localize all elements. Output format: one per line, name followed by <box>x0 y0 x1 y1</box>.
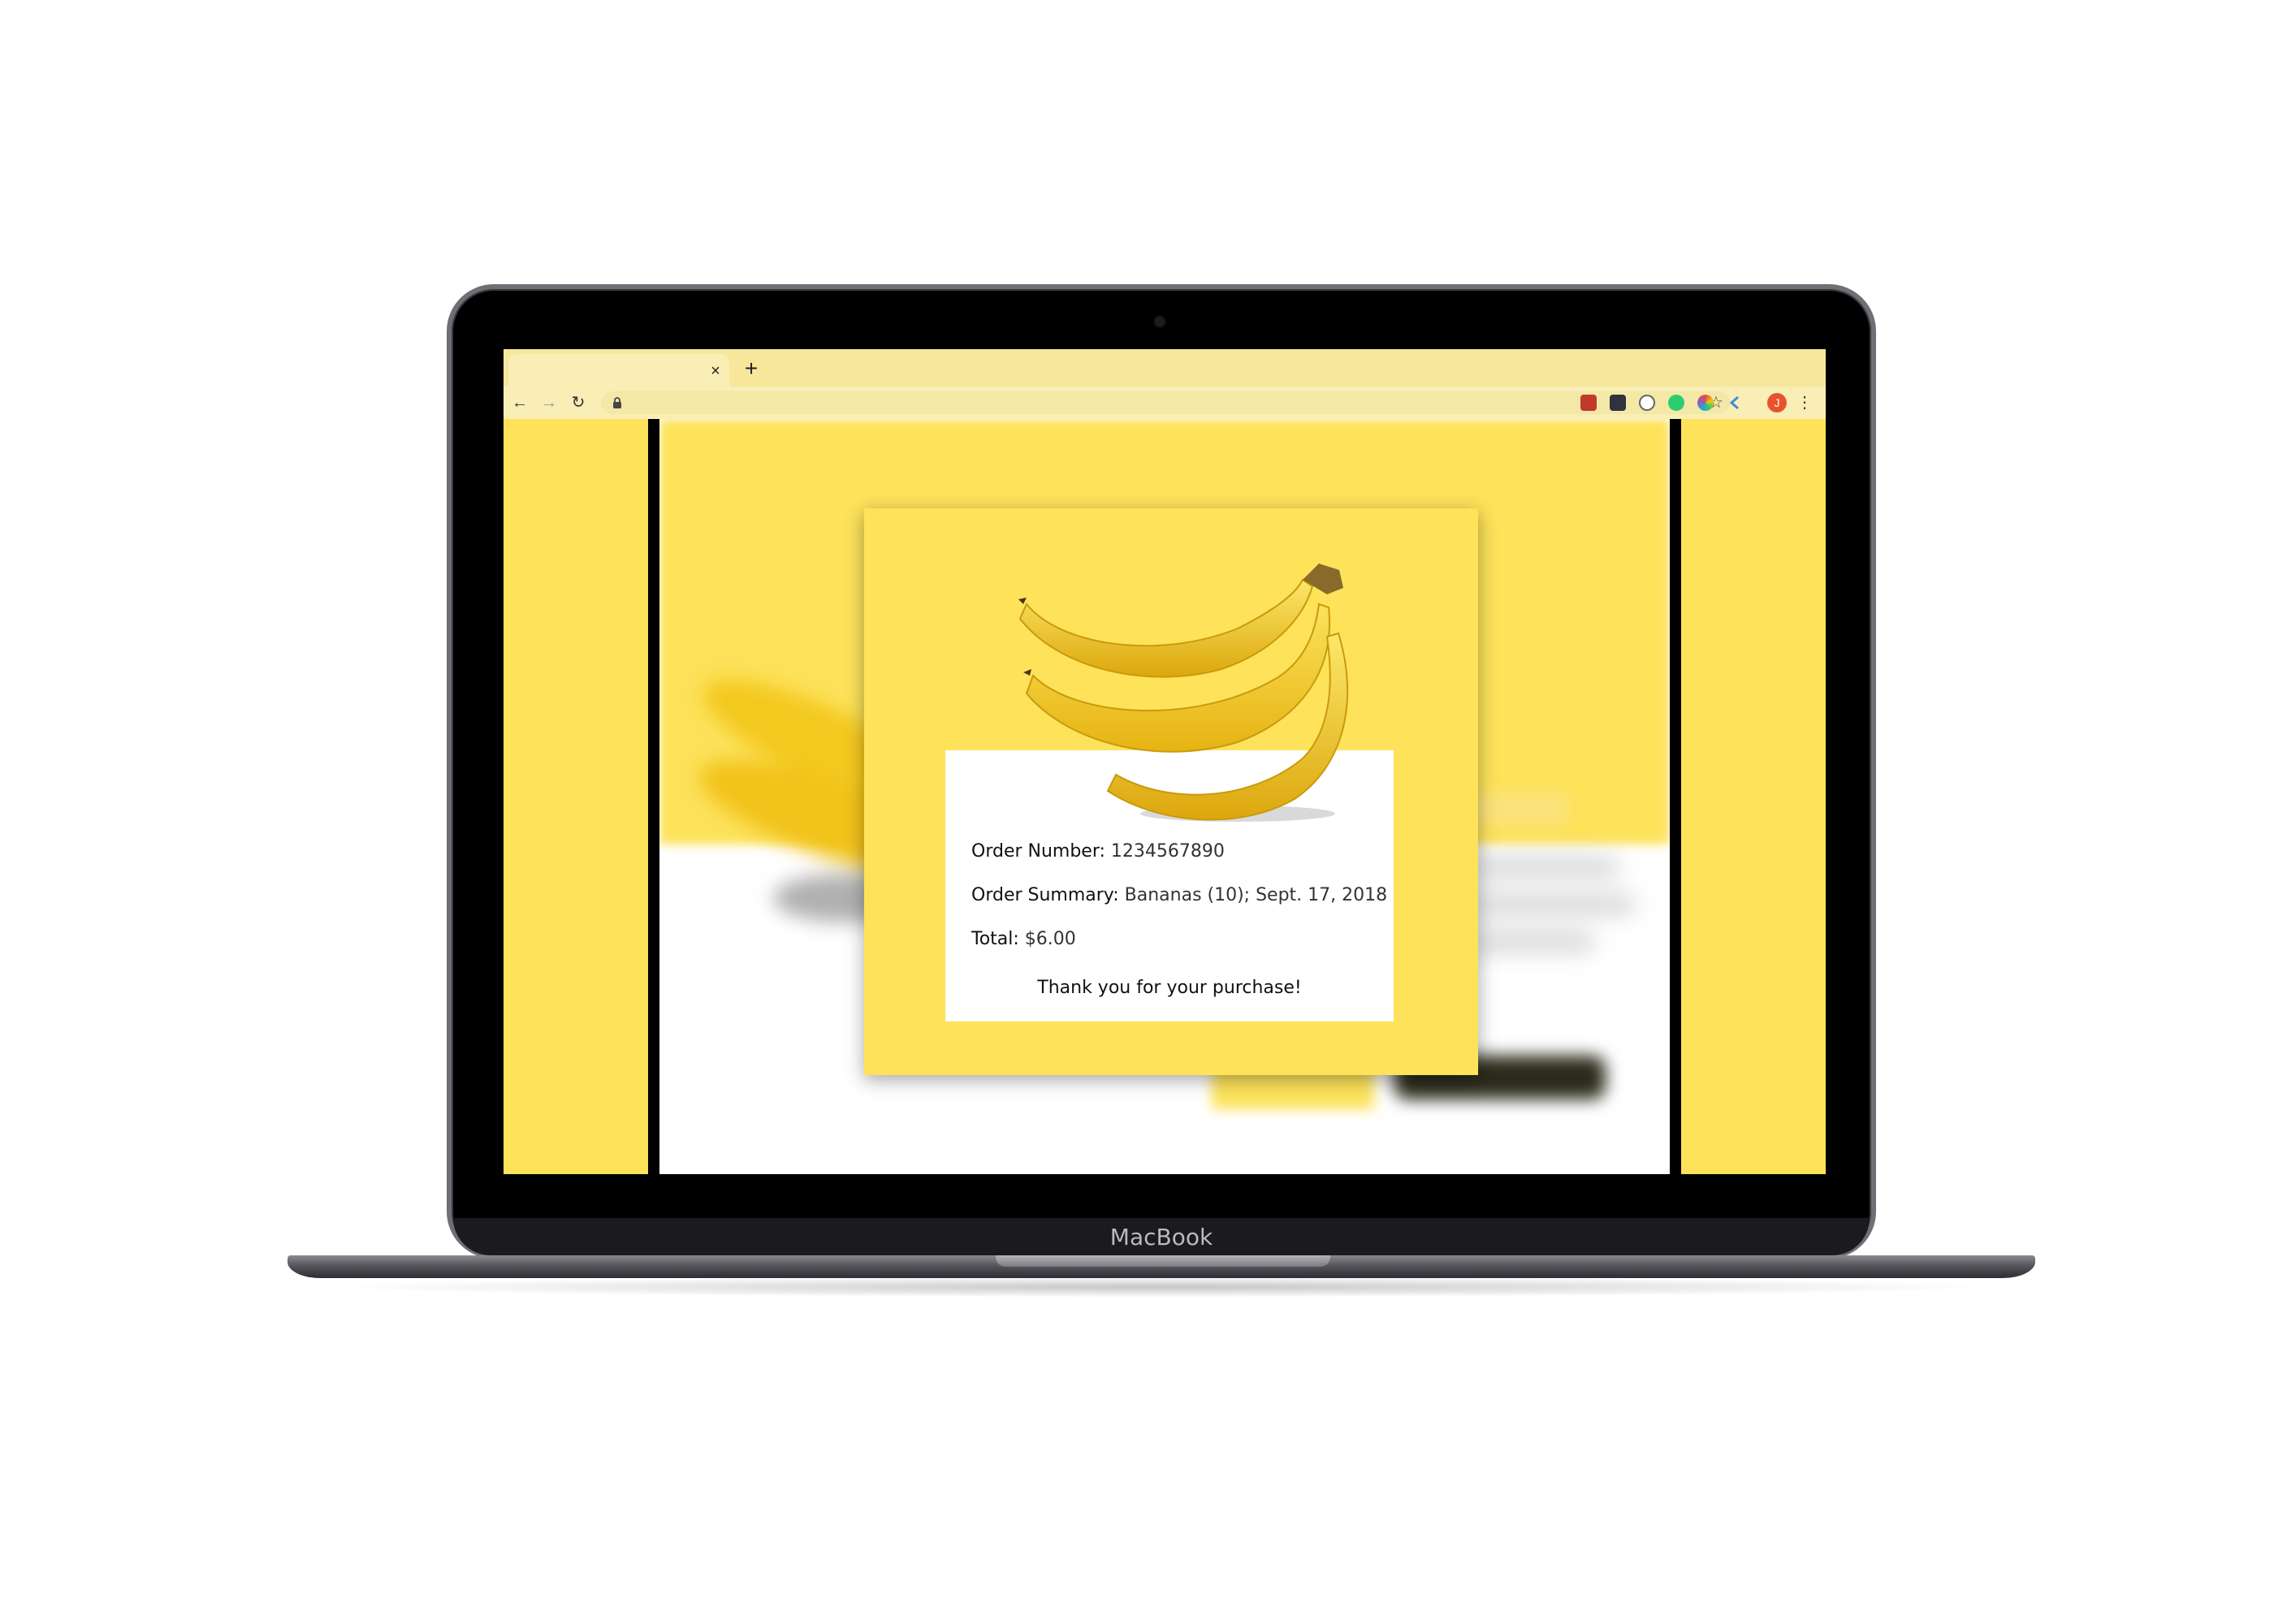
thank-you-message: Thank you for your purchase! <box>1037 978 1302 998</box>
lock-icon <box>613 397 621 408</box>
extension-red-icon[interactable] <box>1580 395 1597 411</box>
order-confirmation-modal: Order Number: 1234567890 Order Summary: … <box>864 508 1478 1075</box>
order-summary-row: Order Summary: Bananas (10); Sept. 17, 2… <box>971 883 1387 908</box>
right-margin <box>1681 419 1826 1174</box>
order-number-row: Order Number: 1234567890 <box>971 840 1225 864</box>
left-divider <box>648 419 659 1174</box>
laptop-shadow <box>325 1276 1998 1298</box>
order-total-value: $6.00 <box>1024 929 1076 949</box>
screen: × + ← → ↻ ☆ J ⋮ Order Number: 1234567890… <box>504 349 1826 1174</box>
tab-strip: × + <box>504 349 1826 387</box>
browser-toolbar: ← → ↻ ☆ J ⋮ <box>504 387 1826 419</box>
order-summary-value: Bananas (10); Sept. 17, 2018 <box>1124 885 1388 905</box>
back-arrow-icon[interactable]: ← <box>508 391 531 414</box>
browser-menu-icon[interactable]: ⋮ <box>1796 391 1813 414</box>
order-total-label: Total: <box>971 929 1019 949</box>
extension-color-wheel-icon[interactable] <box>1697 395 1714 411</box>
reload-icon[interactable]: ↻ <box>567 391 590 414</box>
order-summary-label: Order Summary: <box>971 885 1119 905</box>
camera-icon <box>1155 317 1165 326</box>
extension-arrow-icon[interactable] <box>1727 395 1743 411</box>
device-brand-label: MacBook <box>1109 1224 1213 1250</box>
extension-face-icon[interactable] <box>1639 395 1655 411</box>
order-total-row: Total: $6.00 <box>971 927 1076 952</box>
background-banana-image <box>698 680 895 922</box>
extension-green-icon[interactable] <box>1668 395 1684 411</box>
background-text <box>1472 857 1634 979</box>
address-bar[interactable]: ☆ <box>601 391 1730 414</box>
order-number-label: Order Number: <box>971 841 1105 862</box>
extension-dark-icon[interactable] <box>1610 395 1626 411</box>
order-number-value: 1234567890 <box>1110 841 1225 862</box>
left-margin <box>504 419 648 1174</box>
laptop-notch <box>996 1255 1330 1267</box>
browser-tab[interactable]: × <box>508 354 729 387</box>
close-icon[interactable]: × <box>707 362 724 380</box>
forward-arrow-icon[interactable]: → <box>538 391 560 414</box>
web-page: Order Number: 1234567890 Order Summary: … <box>504 419 1826 1174</box>
right-divider <box>1670 419 1681 1174</box>
profile-avatar[interactable]: J <box>1767 393 1787 412</box>
new-tab-button[interactable]: + <box>741 357 762 380</box>
banana-bunch-image <box>1018 564 1349 822</box>
